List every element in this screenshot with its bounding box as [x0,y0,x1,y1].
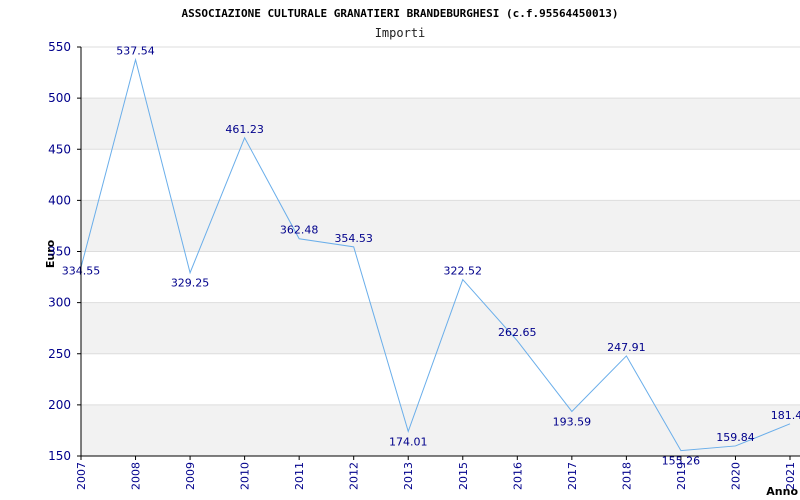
x-tick-label: 2018 [620,462,633,490]
y-tick-label: 150 [48,449,71,463]
grid-band [81,404,800,456]
chart-title: ASSOCIAZIONE CULTURALE GRANATIERI BRANDE… [181,7,618,20]
x-tick-label: 2021 [784,462,797,490]
x-tick-label: 2008 [130,462,143,490]
y-tick-label: 550 [48,40,71,54]
x-tick-label: 2017 [566,462,579,490]
data-label: 322.52 [444,265,483,278]
x-tick-label: 2016 [511,462,524,490]
y-tick-label: 200 [48,398,71,412]
data-label: 247.91 [607,341,646,354]
data-label: 193.59 [553,415,592,428]
y-tick-label: 400 [48,193,71,207]
data-label: 537.54 [116,45,155,58]
grid-band [81,200,800,252]
data-label: 181.46 [771,409,800,422]
y-tick-label: 250 [48,347,71,361]
grid-band [81,302,800,354]
grid-band [81,98,800,150]
x-tick-label: 2010 [239,462,252,490]
data-label: 329.25 [171,277,210,290]
x-tick-label: 2007 [75,462,88,490]
x-tick-label: 2020 [729,462,742,490]
data-label: 159.84 [716,431,755,444]
data-label: 174.01 [389,435,428,448]
x-tick-label: 2012 [348,462,361,490]
y-tick-label: 500 [48,91,71,105]
y-tick-label: 450 [48,142,71,156]
x-tick-label: 2011 [293,462,306,490]
line-chart: ASSOCIAZIONE CULTURALE GRANATIERI BRANDE… [44,7,800,498]
data-label: 362.48 [280,224,319,237]
y-tick-label: 350 [48,245,71,259]
data-label: 354.53 [334,232,373,245]
y-axis-ticks: 150 200 250 300 350 400 450 500 550 [48,40,81,463]
data-label: 461.23 [225,123,264,136]
x-tick-label: 2009 [184,462,197,490]
x-tick-label: 2013 [402,462,415,490]
y-tick-label: 300 [48,296,71,310]
data-label: 155.26 [662,455,701,468]
x-tick-label: 2015 [457,462,470,490]
chart-subtitle: Importi [375,26,426,40]
data-label: 262.65 [498,326,537,339]
